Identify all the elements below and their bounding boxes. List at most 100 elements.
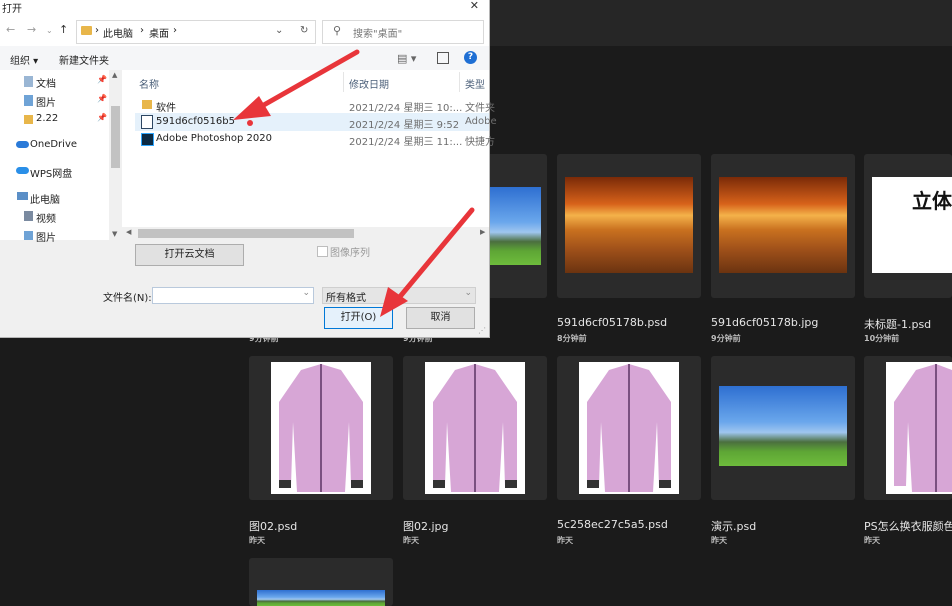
scroll-right-icon[interactable]: ▶ [480, 228, 485, 236]
column-divider [459, 72, 460, 92]
nav-item-this-pc[interactable]: 此电脑 [30, 191, 60, 206]
recent-file-name: 未标题-1.psd [864, 318, 932, 331]
breadcrumb-separator: › [173, 25, 177, 36]
organize-menu[interactable]: 组织 ▾ [10, 52, 38, 67]
filename-dropdown-icon[interactable]: ⌄ [302, 288, 310, 298]
scroll-up-icon[interactable]: ▲ [112, 71, 117, 79]
pin-icon: 📌 [97, 75, 107, 84]
shirt-image [433, 364, 517, 492]
thumbnail-image: 立体 [872, 177, 952, 273]
open-cloud-doc-button[interactable]: 打开云文档 [135, 244, 244, 266]
search-icon: ⚲ [333, 24, 342, 37]
column-name[interactable]: 名称 [139, 76, 159, 91]
docs-icon [24, 76, 33, 87]
refresh-icon[interactable]: ↻ [300, 25, 308, 36]
up-arrow-icon[interactable]: ↑ [59, 23, 68, 36]
onedrive-icon [16, 141, 29, 148]
file-date: 2021/2/24 星期三 11:... [349, 137, 463, 148]
image-sequence-checkbox[interactable] [317, 246, 328, 257]
address-bar[interactable]: › 此电脑 › 桌面 › ⌄ ↻ [76, 20, 316, 44]
thumbnail-image [565, 177, 693, 273]
search-input[interactable]: ⚲ 搜索"桌面" [322, 20, 484, 44]
pictures-icon [24, 231, 33, 240]
layout-pane-icon[interactable] [437, 52, 449, 64]
forward-arrow-icon[interactable]: → [27, 23, 36, 36]
thumbnail-image [257, 590, 385, 606]
computer-icon [17, 192, 28, 200]
nav-item-onedrive[interactable]: OneDrive [30, 139, 77, 150]
dialog-titlebar: 打开 ✕ [0, 0, 489, 15]
recent-file-time: 8分钟前 [557, 334, 587, 343]
scroll-left-icon[interactable]: ◀ [126, 228, 131, 236]
breadcrumb-this-pc[interactable]: 此电脑 [103, 25, 133, 40]
file-type: Adobe [465, 116, 497, 127]
nav-item-wps-cloud[interactable]: WPS网盘 [30, 165, 72, 180]
wps-cloud-icon [16, 167, 29, 174]
recent-file-thumb[interactable] [557, 154, 701, 298]
nav-item-documents[interactable]: 文档 [36, 75, 56, 90]
thumbnail-image [719, 386, 847, 466]
back-arrow-icon[interactable]: ← [6, 23, 15, 36]
recent-file-thumb[interactable] [864, 356, 952, 500]
file-name[interactable]: 591d6cf0516b5 [156, 116, 235, 127]
recent-file-name: PS怎么换衣服颜色 [864, 520, 952, 533]
thumbnail-text: 立体 [912, 189, 952, 213]
filter-value: 所有格式 [326, 293, 366, 304]
file-list-hscrollbar-thumb[interactable] [138, 229, 354, 238]
recent-file-thumb[interactable] [711, 154, 855, 298]
thumbnail-image [886, 362, 952, 494]
psd-file-icon [141, 115, 153, 129]
view-options-icon[interactable]: ▤ ▾ [397, 52, 416, 65]
recent-file-time: 昨天 [711, 536, 727, 545]
file-date: 2021/2/24 星期三 9:52 [349, 120, 460, 131]
filename-input[interactable]: ⌄ [152, 287, 314, 304]
thumbnail-image [579, 362, 679, 494]
file-name[interactable]: Adobe Photoshop 2020 [156, 133, 272, 144]
shirt-image [894, 364, 952, 492]
recent-file-name: 图02.psd [249, 520, 298, 533]
recent-file-name: 5c258ec27c5a5.psd [557, 518, 668, 531]
thumbnail-image [487, 187, 541, 265]
help-icon[interactable]: ? [464, 51, 477, 64]
nav-item-pictures[interactable]: 图片 [36, 94, 56, 109]
recent-dropdown-icon[interactable]: ⌄ [46, 26, 53, 35]
breadcrumb-separator: › [140, 25, 144, 36]
shirt-image [279, 364, 363, 492]
file-name[interactable]: 软件 [156, 99, 176, 114]
breadcrumb-desktop[interactable]: 桌面 [149, 25, 169, 40]
annotation-arrow-to-open-button [380, 207, 475, 317]
recent-file-thumb[interactable] [711, 356, 855, 500]
breadcrumb-separator: › [95, 25, 99, 36]
nav-item-pictures-2[interactable]: 图片 [36, 229, 56, 244]
recent-file-name: 演示.psd [711, 520, 757, 533]
close-icon[interactable]: ✕ [470, 0, 479, 12]
photoshop-top-bar [490, 0, 952, 46]
recent-file-name: 591d6cf05178b.psd [557, 316, 668, 329]
thumbnail-image [719, 177, 847, 273]
scroll-down-icon[interactable]: ▼ [112, 230, 117, 238]
recent-file-thumb[interactable] [249, 558, 393, 606]
recent-file-thumb[interactable] [403, 356, 547, 500]
shirt-image [587, 364, 671, 492]
recent-file-thumb[interactable] [249, 356, 393, 500]
thumbnail-image [271, 362, 371, 494]
nav-scrollbar-thumb[interactable] [111, 106, 120, 168]
new-folder-button[interactable]: 新建文件夹 [59, 52, 109, 67]
pictures-icon [24, 95, 33, 106]
videos-icon [24, 211, 33, 221]
column-type[interactable]: 类型 [465, 76, 485, 91]
pin-icon: 📌 [97, 94, 107, 103]
nav-item-videos[interactable]: 视频 [36, 210, 56, 225]
recent-file-thumb[interactable]: 立体 [864, 154, 952, 298]
nav-item-2-22[interactable]: 2.22 [36, 113, 58, 124]
file-date: 2021/2/24 星期三 10:... [349, 103, 463, 114]
folder-icon [24, 115, 33, 124]
recent-file-thumb[interactable] [557, 356, 701, 500]
recent-file-time: 昨天 [249, 536, 265, 545]
recent-file-time: 昨天 [403, 536, 419, 545]
recent-file-name: 图02.jpg [403, 520, 449, 533]
resize-grip-icon[interactable]: ⋰ [478, 326, 486, 335]
folder-icon [81, 26, 92, 35]
address-dropdown-icon[interactable]: ⌄ [275, 25, 283, 36]
photoshop-shortcut-icon [141, 133, 154, 146]
